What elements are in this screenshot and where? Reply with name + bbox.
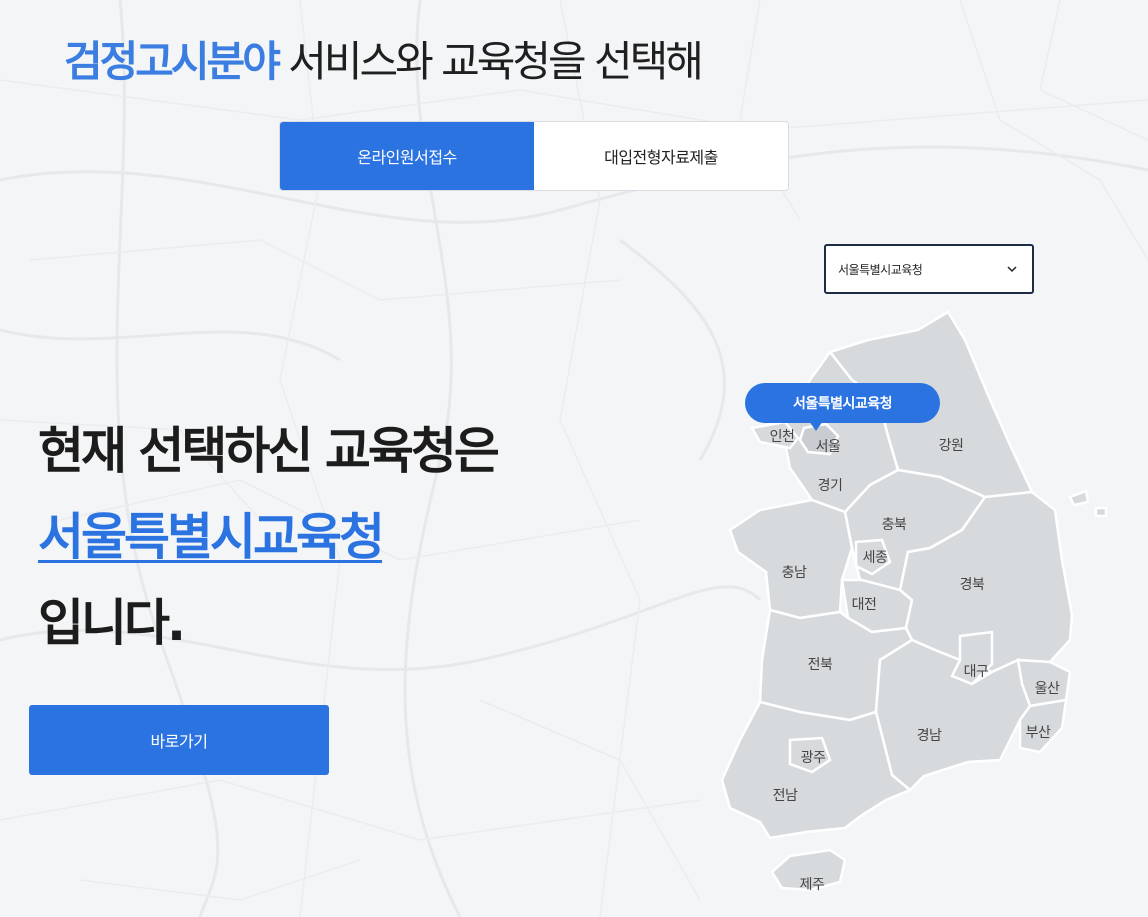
service-tabs: 온라인원서접수 대입전형자료제출	[279, 121, 789, 191]
headline-accent: 검정고시분야	[64, 37, 281, 86]
education-office-select[interactable]: 서울특별시교육청	[824, 244, 1034, 294]
region-label-incheon[interactable]: 인천	[770, 426, 795, 446]
region-label-busan[interactable]: 부산	[1026, 722, 1051, 742]
chevron-down-icon	[1007, 266, 1017, 273]
selected-office-name[interactable]: 서울특별시교육청	[38, 494, 497, 580]
region-label-jeonbuk[interactable]: 전북	[808, 654, 833, 674]
region-label-gangwon[interactable]: 강원	[939, 435, 964, 455]
tab-admission-data-submission[interactable]: 대입전형자료제출	[534, 122, 788, 190]
region-label-daejeon[interactable]: 대전	[852, 594, 877, 614]
go-button[interactable]: 바로가기	[29, 705, 329, 775]
region-label-gwangju[interactable]: 광주	[801, 747, 826, 767]
region-label-jeju[interactable]: 제주	[800, 874, 825, 894]
region-label-chungbuk[interactable]: 충북	[882, 514, 907, 534]
map-tooltip-pointer	[809, 421, 823, 431]
selected-office-suffix: 입니다.	[38, 594, 186, 652]
region-label-seoul[interactable]: 서울	[816, 436, 841, 456]
region-label-gyeongnam[interactable]: 경남	[917, 725, 942, 745]
map-selected-tooltip: 서울특별시교육청	[745, 383, 940, 423]
region-label-gyeongbuk[interactable]: 경북	[960, 574, 985, 594]
region-label-ulsan[interactable]: 울산	[1035, 678, 1060, 698]
region-dokdo-island	[1094, 506, 1108, 518]
region-label-jeonnam[interactable]: 전남	[773, 785, 798, 805]
headline-rest: 서비스와 교육청을 선택해	[277, 37, 704, 86]
region-label-daegu[interactable]: 대구	[964, 661, 989, 681]
tab-online-application[interactable]: 온라인원서접수	[280, 122, 534, 190]
region-label-sejong[interactable]: 세종	[863, 547, 888, 567]
education-office-select-value: 서울특별시교육청	[838, 262, 923, 277]
page-headline: 검정고시분야 서비스와 교육청을 선택해	[64, 28, 704, 89]
selected-office-prefix: 현재 선택하신 교육청은	[38, 422, 500, 480]
region-label-chungnam[interactable]: 충남	[782, 562, 807, 582]
selected-office-message: 현재 선택하신 교육청은 서울특별시교육청 입니다.	[38, 408, 500, 666]
region-label-gyeonggi[interactable]: 경기	[818, 475, 843, 495]
